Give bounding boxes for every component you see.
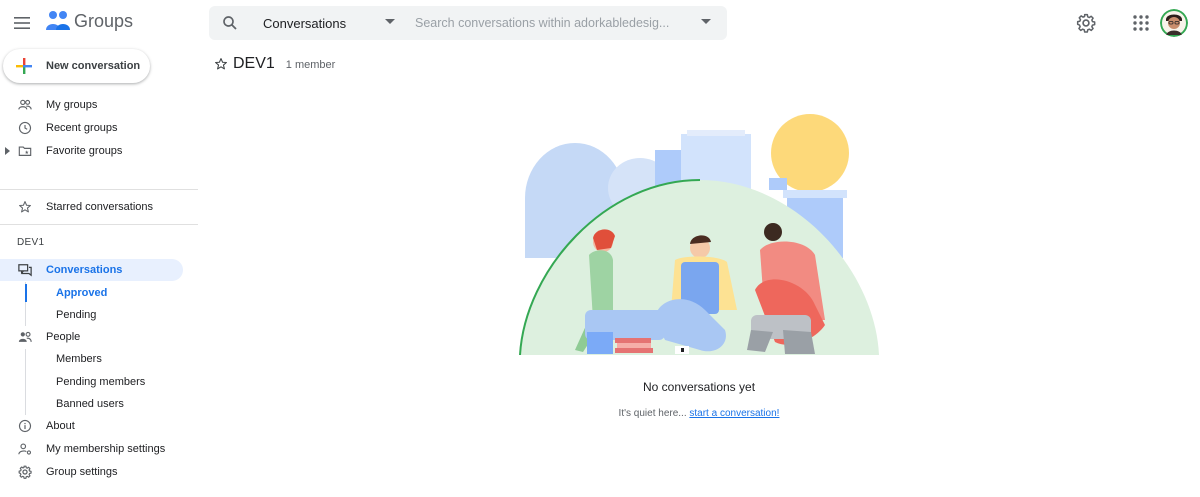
clock-icon [18, 121, 32, 135]
star-outline-icon[interactable] [214, 57, 228, 71]
gear-icon [18, 465, 32, 479]
group-section-label: DEV1 [17, 237, 45, 248]
app-name: Groups [74, 10, 134, 31]
search-bar: Conversations [209, 6, 727, 40]
groups-app: Groups Conversations Search conversation… [0, 0, 1200, 497]
person-settings-icon [18, 443, 32, 455]
apps-grid-icon[interactable] [1132, 14, 1150, 32]
star-outline-icon [19, 201, 31, 213]
search-input[interactable] [415, 6, 685, 40]
gear-icon[interactable] [1076, 13, 1096, 33]
sidebar-item-label: About [46, 420, 75, 432]
people-icon [18, 331, 32, 342]
sidebar: New conversation My groups Recent groups… [0, 46, 198, 497]
sidebar-item-pending[interactable]: Pending [0, 304, 160, 326]
sidebar-item-my-groups[interactable]: My groups [0, 94, 184, 116]
sidebar-item-label: Conversations [46, 264, 123, 276]
sidebar-divider [0, 189, 198, 190]
main-menu-button[interactable] [10, 11, 34, 35]
top-bar: Groups Conversations [0, 0, 1200, 46]
groups-logo[interactable]: Groups [46, 10, 133, 32]
sidebar-item-starred-conversations[interactable]: Starred conversations [0, 196, 184, 218]
search-icon[interactable] [221, 14, 239, 32]
start-conversation-link[interactable]: start a conversation! [689, 408, 779, 419]
avatar-image [1160, 9, 1188, 37]
empty-state-subtitle: It's quiet here... start a conversation! [0, 408, 1200, 419]
conversations-icon [18, 264, 32, 277]
sidebar-item-label: Group settings [46, 466, 118, 478]
empty-state-message: It's quiet here... [618, 408, 687, 419]
sidebar-divider [0, 224, 198, 225]
plus-icon [16, 58, 32, 74]
new-conversation-label: New conversation [46, 60, 141, 72]
chevron-down-icon[interactable] [385, 19, 395, 25]
hamburger-menu-icon [14, 17, 30, 29]
sidebar-item-label: Recent groups [46, 122, 118, 134]
sidebar-item-approved[interactable]: Approved [0, 282, 160, 304]
empty-state-illustration [515, 114, 883, 358]
sidebar-item-label: Pending [56, 309, 97, 321]
folder-star-icon [18, 146, 32, 156]
info-icon [18, 419, 32, 433]
sidebar-item-membership-settings[interactable]: My membership settings [0, 438, 184, 460]
people-icon [18, 99, 32, 110]
search-options-icon[interactable] [701, 19, 711, 25]
sidebar-item-label: Approved [56, 287, 108, 299]
sidebar-item-label: Favorite groups [46, 145, 123, 157]
empty-state-title: No conversations yet [642, 380, 756, 394]
caret-right-icon[interactable] [5, 147, 10, 155]
sidebar-item-label: My groups [46, 99, 98, 111]
new-conversation-button[interactable]: New conversation [3, 49, 150, 83]
sidebar-item-label: Starred conversations [46, 201, 153, 213]
sidebar-item-label: People [46, 331, 81, 343]
sidebar-item-members[interactable]: Members [0, 348, 160, 370]
sidebar-item-favorite-groups[interactable]: Favorite groups [0, 140, 184, 162]
sidebar-item-conversations[interactable]: Conversations [0, 259, 184, 281]
sidebar-item-people[interactable]: People [0, 326, 184, 348]
group-title: DEV1 [233, 55, 275, 72]
sidebar-item-group-settings[interactable]: Group settings [0, 461, 184, 483]
sidebar-item-label: My membership settings [46, 443, 166, 455]
search-scope-label: Conversations [263, 15, 347, 31]
sidebar-item-label: Members [56, 353, 102, 365]
sidebar-item-recent-groups[interactable]: Recent groups [0, 117, 184, 139]
group-header: DEV1 1 member [214, 54, 335, 74]
member-count[interactable]: 1 member [286, 59, 336, 71]
groups-logo-icon [46, 11, 70, 30]
account-avatar[interactable] [1160, 9, 1188, 37]
